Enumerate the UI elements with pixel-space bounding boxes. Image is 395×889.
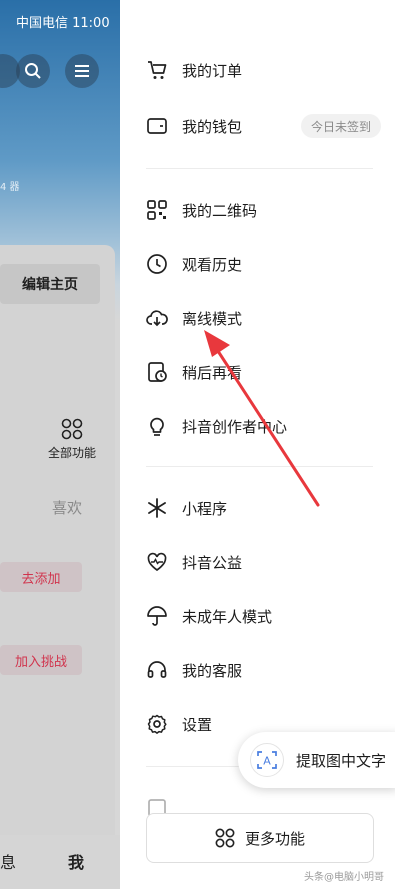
menu-item-watch-later[interactable]: 稍后再看 — [146, 352, 395, 392]
menu-item-label: 稍后再看 — [182, 363, 243, 382]
cart-icon — [146, 59, 168, 81]
menu-item-mini-program[interactable]: 小程序 — [146, 488, 395, 528]
extract-text-bubble[interactable]: A 提取图中文字 — [238, 732, 395, 788]
gear-icon — [146, 713, 168, 735]
menu-item-customer-service[interactable]: 我的客服 — [146, 650, 395, 690]
search-button[interactable] — [16, 54, 50, 88]
profile-stat-text: 4 器 — [0, 182, 20, 193]
divider — [146, 466, 373, 467]
menu-item-label: 未成年人模式 — [182, 607, 273, 626]
menu-item-label: 我的二维码 — [182, 201, 258, 220]
join-challenge-button[interactable]: 加入挑战 — [0, 645, 82, 675]
more-functions-button[interactable]: 更多功能 — [146, 813, 374, 863]
profile-card — [0, 245, 115, 865]
all-functions-button[interactable]: 全部功能 — [42, 418, 102, 461]
menu-item-label: 抖音公益 — [182, 553, 243, 572]
add-button[interactable]: 去添加 — [0, 562, 82, 592]
menu-item-label: 观看历史 — [182, 255, 243, 274]
menu-item-label: 我的订单 — [182, 61, 243, 80]
grid-icon — [61, 418, 83, 440]
more-functions-label: 更多功能 — [244, 829, 305, 848]
all-functions-label: 全部功能 — [47, 446, 96, 460]
menu-item-qr-code[interactable]: 我的二维码 — [146, 190, 395, 230]
menu-item-label: 小程序 — [182, 499, 228, 518]
edit-profile-button[interactable]: 编辑主页 — [0, 264, 100, 304]
menu-item-creator-center[interactable]: 抖音创作者中心 — [146, 406, 395, 446]
search-icon — [25, 63, 41, 79]
wallet-icon — [146, 115, 168, 137]
menu-item-wallet[interactable]: 我的钱包 今日未签到 — [146, 106, 395, 146]
watermark: 头条@电脑小明哥 — [304, 872, 384, 883]
menu-item-charity[interactable]: 抖音公益 — [146, 542, 395, 582]
umbrella-icon — [146, 605, 168, 627]
cloud-download-icon — [146, 307, 168, 329]
menu-item-orders[interactable]: 我的订单 — [146, 50, 395, 90]
text-scan-icon: A — [250, 743, 284, 777]
heart-icon — [146, 551, 168, 573]
text-scan-letter: A — [263, 755, 271, 768]
menu-item-label: 设置 — [182, 715, 213, 734]
menu-item-label: 抖音创作者中心 — [182, 417, 288, 436]
headset-icon — [146, 659, 168, 681]
checkin-badge[interactable]: 今日未签到 — [300, 114, 381, 138]
status-bar-text: 中国电信 11:00 — [16, 16, 110, 31]
nav-me[interactable]: 我 — [68, 849, 84, 873]
menu-item-minor-mode[interactable]: 未成年人模式 — [146, 596, 395, 636]
bottom-nav: 息 我 — [0, 835, 120, 889]
grid-icon — [215, 828, 235, 848]
menu-button[interactable] — [65, 54, 99, 88]
menu-item-watch-history[interactable]: 观看历史 — [146, 244, 395, 284]
menu-item-label: 离线模式 — [182, 309, 243, 328]
clock-icon — [146, 253, 168, 275]
mini-program-icon — [146, 497, 168, 519]
bulb-icon — [146, 415, 168, 437]
tab-like[interactable]: 喜欢 — [52, 497, 82, 518]
menu-item-label: 我的钱包 — [182, 117, 243, 136]
qr-code-icon — [146, 199, 168, 221]
menu-icon — [75, 65, 89, 77]
nav-message[interactable]: 息 — [0, 849, 16, 873]
menu-item-offline-mode[interactable]: 离线模式 — [146, 298, 395, 338]
background-page: 中国电信 11:00 4 器 编辑主页 全部功能 喜欢 去添加 加入挑战 息 我 — [0, 0, 120, 889]
extract-text-label: 提取图中文字 — [296, 751, 387, 770]
divider — [146, 168, 373, 169]
watch-later-icon — [146, 361, 168, 383]
menu-item-label: 我的客服 — [182, 661, 243, 680]
